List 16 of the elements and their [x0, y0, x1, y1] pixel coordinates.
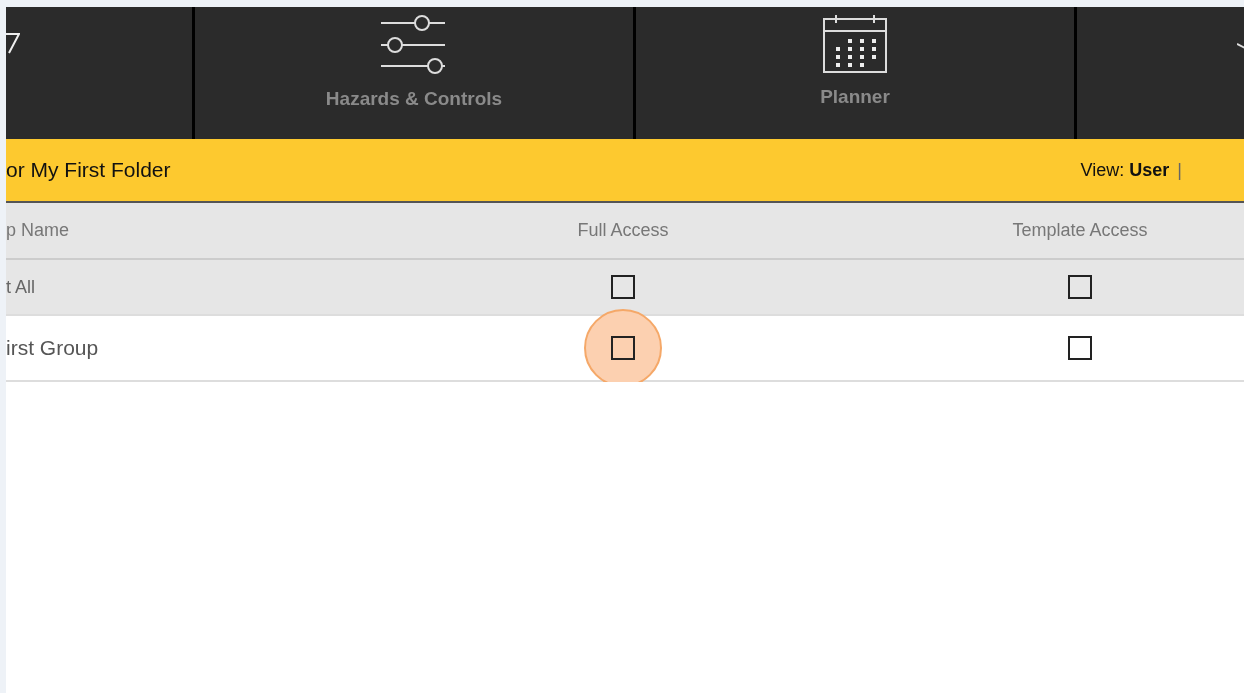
- view-label: View: User: [1080, 158, 1170, 182]
- checkbox[interactable]: [611, 336, 635, 360]
- group-name: t All: [6, 276, 35, 297]
- folder-title: or My First Folder: [6, 157, 171, 184]
- group-name: irst Group: [6, 336, 99, 360]
- checkbox[interactable]: [1068, 275, 1092, 299]
- column-header: p Name: [6, 219, 70, 242]
- column-header: Template Access: [1012, 219, 1148, 242]
- nav-tab[interactable]: Planner: [636, 7, 1074, 139]
- checkbox[interactable]: [1068, 336, 1092, 360]
- separator: |: [1177, 158, 1182, 182]
- nav-tab[interactable]: Hazards & Controls: [195, 7, 633, 139]
- column-header: Full Access: [577, 219, 669, 242]
- calendar-icon: [823, 15, 887, 73]
- checkbox[interactable]: [611, 275, 635, 299]
- sliders-icon: [381, 15, 447, 75]
